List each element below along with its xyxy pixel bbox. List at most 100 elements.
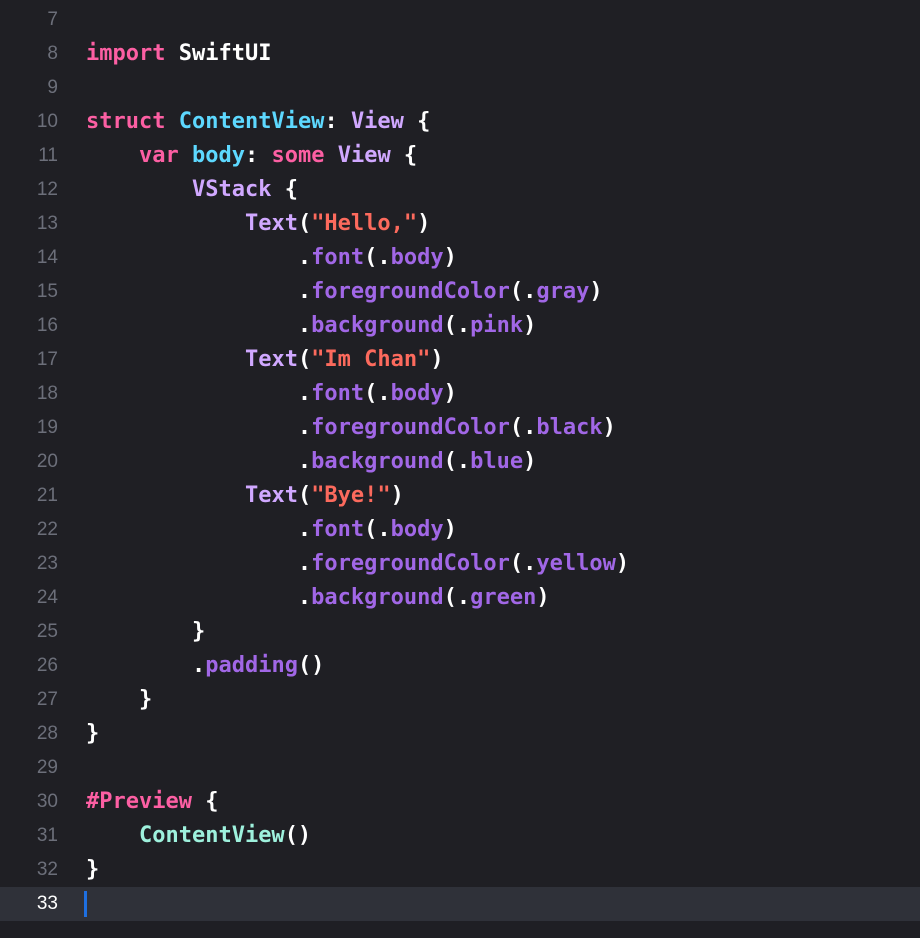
code-line[interactable]: 22 .font(.body) [0, 513, 920, 547]
token-string: "Hello," [311, 211, 418, 236]
line-number: 28 [36, 723, 58, 744]
code-line[interactable]: 8 import SwiftUI [0, 37, 920, 71]
code-text: } [86, 615, 205, 649]
line-number: 8 [47, 43, 58, 64]
token-plain: . [86, 381, 312, 406]
code-line[interactable]: 16 .background(.pink) [0, 309, 920, 343]
token-method: yellow [536, 551, 616, 576]
token-method: font [311, 245, 365, 270]
token-plain: SwiftUI [165, 41, 272, 66]
token-plain: } [86, 721, 100, 746]
code-line[interactable]: 29 [0, 751, 920, 785]
token-plain: ( [297, 211, 312, 236]
token-method: body [390, 517, 444, 542]
token-type: VStack [191, 177, 272, 202]
line-number: 16 [36, 315, 58, 336]
line-number: 26 [36, 655, 58, 676]
token-type: Text [244, 211, 298, 236]
code-line[interactable]: 19 .foregroundColor(.black) [0, 411, 920, 445]
code-line[interactable]: 12 VStack { [0, 173, 920, 207]
token-method: padding [205, 653, 298, 678]
text-caret [84, 891, 87, 917]
token-plain: . [86, 415, 312, 440]
code-line[interactable]: 27 } [0, 683, 920, 717]
code-line[interactable]: 26 .padding() [0, 649, 920, 683]
token-plain: { [271, 177, 298, 202]
code-line[interactable]: 23 .foregroundColor(.yellow) [0, 547, 920, 581]
token-plain: ) [430, 347, 444, 372]
line-number: 12 [36, 179, 58, 200]
code-line[interactable]: 9 [0, 71, 920, 105]
line-number: 29 [36, 757, 58, 778]
line-number: 18 [36, 383, 58, 404]
code-line[interactable]: 25 } [0, 615, 920, 649]
code-line[interactable]: 33 [0, 887, 920, 921]
token-method: foregroundColor [311, 279, 510, 304]
code-text: Text("Im Chan") [86, 343, 444, 377]
code-line[interactable]: 13 Text("Hello,") [0, 207, 920, 241]
token-string: "Bye!" [311, 483, 391, 508]
line-number: 20 [36, 451, 58, 472]
token-type: Text [244, 347, 298, 372]
token-method: font [311, 517, 365, 542]
code-text: .font(.body) [86, 241, 457, 275]
code-text: var body: some View { [86, 139, 417, 173]
token-keyword: #Preview [86, 789, 192, 814]
token-plain: ) [523, 313, 537, 338]
code-text: } [86, 683, 152, 717]
token-plain: } [86, 687, 153, 712]
line-number: 7 [47, 9, 58, 30]
token-keyword: struct [86, 109, 166, 134]
line-number: 31 [36, 825, 58, 846]
token-plain: . [86, 551, 312, 576]
code-line[interactable]: 31 ContentView() [0, 819, 920, 853]
code-text: VStack { [86, 173, 298, 207]
token-method: green [470, 585, 537, 610]
code-line[interactable]: 32} [0, 853, 920, 887]
code-text: ContentView() [86, 819, 311, 853]
line-number: 21 [36, 485, 58, 506]
code-line[interactable]: 17 Text("Im Chan") [0, 343, 920, 377]
code-line[interactable]: 20 .background(.blue) [0, 445, 920, 479]
code-line[interactable]: 30 #Preview { [0, 785, 920, 819]
code-line[interactable]: 11 var body: some View { [0, 139, 920, 173]
token-plain: { [191, 789, 219, 814]
token-plain: (. [364, 381, 391, 406]
code-text: .font(.body) [86, 377, 457, 411]
code-editor[interactable]: 7 8 import SwiftUI 9 10 struct ContentView: V… [0, 0, 920, 938]
token-plain: ) [417, 211, 431, 236]
token-method: black [536, 415, 603, 440]
code-line[interactable]: 24 .background(.green) [0, 581, 920, 615]
token-method: background [311, 313, 444, 338]
code-text: .font(.body) [86, 513, 457, 547]
token-keyword: var [138, 143, 179, 168]
code-line[interactable]: 7 [0, 3, 920, 37]
token-plain: (. [509, 551, 537, 576]
code-line[interactable]: 14 .font(.body) [0, 241, 920, 275]
code-line[interactable]: 15 .foregroundColor(.gray) [0, 275, 920, 309]
token-plain: ) [615, 551, 630, 576]
line-number: 11 [38, 145, 58, 166]
code-text: import SwiftUI [86, 37, 271, 71]
code-text: .padding() [86, 649, 324, 683]
code-text: Text("Hello,") [86, 207, 430, 241]
code-line[interactable]: 21 Text("Bye!") [0, 479, 920, 513]
token-plain: ) [602, 415, 616, 440]
token-plain: } [86, 619, 206, 644]
code-line[interactable]: 28} [0, 717, 920, 751]
code-line[interactable]: 10 struct ContentView: View { [0, 105, 920, 139]
token-plain: : [324, 109, 351, 134]
code-line[interactable]: 18 .font(.body) [0, 377, 920, 411]
token-plain: . [86, 653, 206, 678]
token-plain: { [403, 109, 431, 134]
line-number: 15 [36, 281, 58, 302]
token-method: pink [470, 313, 524, 338]
line-number: 17 [36, 349, 58, 370]
